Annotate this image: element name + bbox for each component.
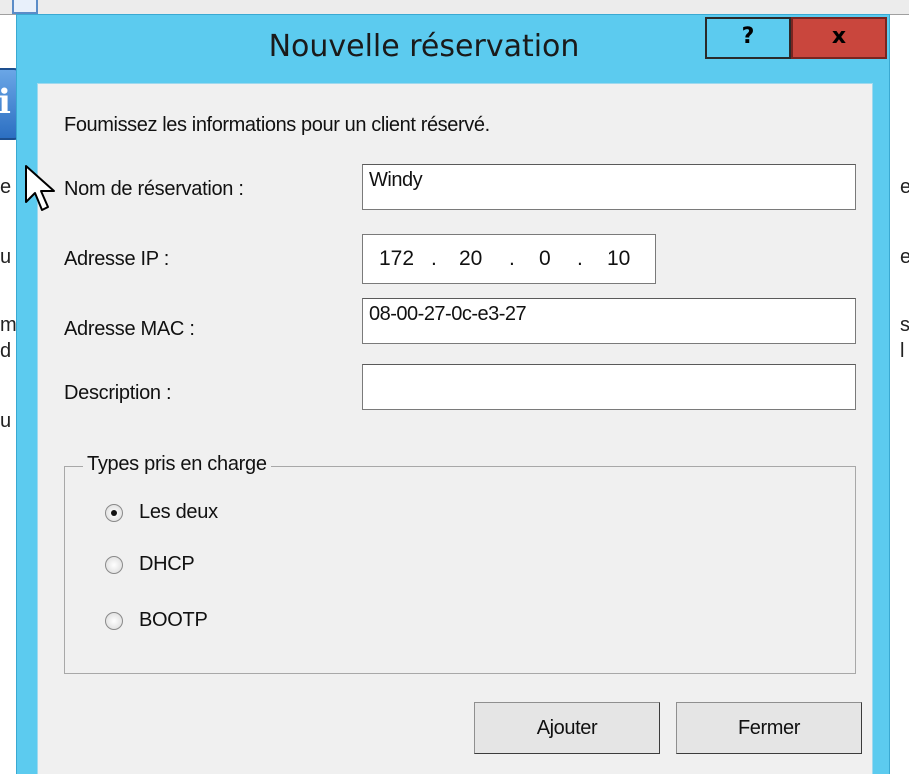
background-text-fragment: s xyxy=(900,314,909,336)
radio-both[interactable]: Les deux xyxy=(105,501,218,524)
ip-octet-2[interactable]: 20 xyxy=(459,247,482,271)
screen: i e u m d u e e s l Nouvelle réservation… xyxy=(0,0,909,774)
background-text-fragment: e xyxy=(900,246,909,268)
close-dialog-button[interactable]: Fermer xyxy=(676,702,862,754)
ip-octet-1[interactable]: 172 xyxy=(379,247,414,271)
mac-address-label: Adresse MAC : xyxy=(64,318,195,340)
app-icon xyxy=(12,0,38,14)
background-text-fragment: e xyxy=(0,176,12,198)
ip-separator: . xyxy=(509,247,515,270)
radio-dhcp[interactable]: DHCP xyxy=(105,553,195,576)
background-text-fragment: u xyxy=(0,246,12,268)
radio-bootp-label: BOOTP xyxy=(139,609,208,631)
ip-address-label: Adresse IP : xyxy=(64,248,169,270)
description-input[interactable] xyxy=(362,364,856,410)
info-glyph: i xyxy=(0,82,11,122)
supported-types-title: Types pris en charge xyxy=(83,453,271,476)
background-text-fragment: e xyxy=(900,176,909,198)
radio-button[interactable] xyxy=(105,611,123,630)
background-window-toolbar xyxy=(0,0,909,15)
background-text-fragment: d xyxy=(0,340,12,362)
reservation-name-input[interactable]: Windy xyxy=(362,164,856,210)
help-button[interactable]: ? xyxy=(705,17,791,59)
radio-dhcp-label: DHCP xyxy=(139,553,195,575)
radio-button[interactable] xyxy=(105,555,123,574)
ip-address-input[interactable]: 172 . 20 . 0 . 10 xyxy=(362,234,656,284)
mouse-pointer-icon xyxy=(25,165,55,211)
mac-address-input[interactable]: 08-00-27-0c-e3-27 xyxy=(362,298,856,344)
intro-text: Foumissez les informations pour un clien… xyxy=(64,114,490,136)
description-label: Description : xyxy=(64,382,172,404)
ip-octet-4[interactable]: 10 xyxy=(607,247,630,271)
background-text-fragment: u xyxy=(0,410,12,432)
radio-both-label: Les deux xyxy=(139,501,218,523)
ip-separator: . xyxy=(577,247,583,270)
ip-octet-3[interactable]: 0 xyxy=(539,247,551,271)
ip-separator: . xyxy=(431,247,437,270)
background-text-fragment: m xyxy=(0,314,17,336)
background-text-fragment: l xyxy=(900,340,905,362)
new-reservation-dialog: Nouvelle réservation ? x Foumissez les i… xyxy=(16,14,890,774)
reservation-name-label: Nom de réservation : xyxy=(64,178,244,200)
radio-button-checked[interactable] xyxy=(105,503,123,522)
supported-types-group: Types pris en charge Les deux DHCP BOOTP xyxy=(64,453,856,674)
dialog-client-area: Foumissez les informations pour un clien… xyxy=(37,83,873,774)
close-button[interactable]: x xyxy=(791,17,887,59)
radio-bootp[interactable]: BOOTP xyxy=(105,609,208,632)
add-button[interactable]: Ajouter xyxy=(474,702,660,754)
